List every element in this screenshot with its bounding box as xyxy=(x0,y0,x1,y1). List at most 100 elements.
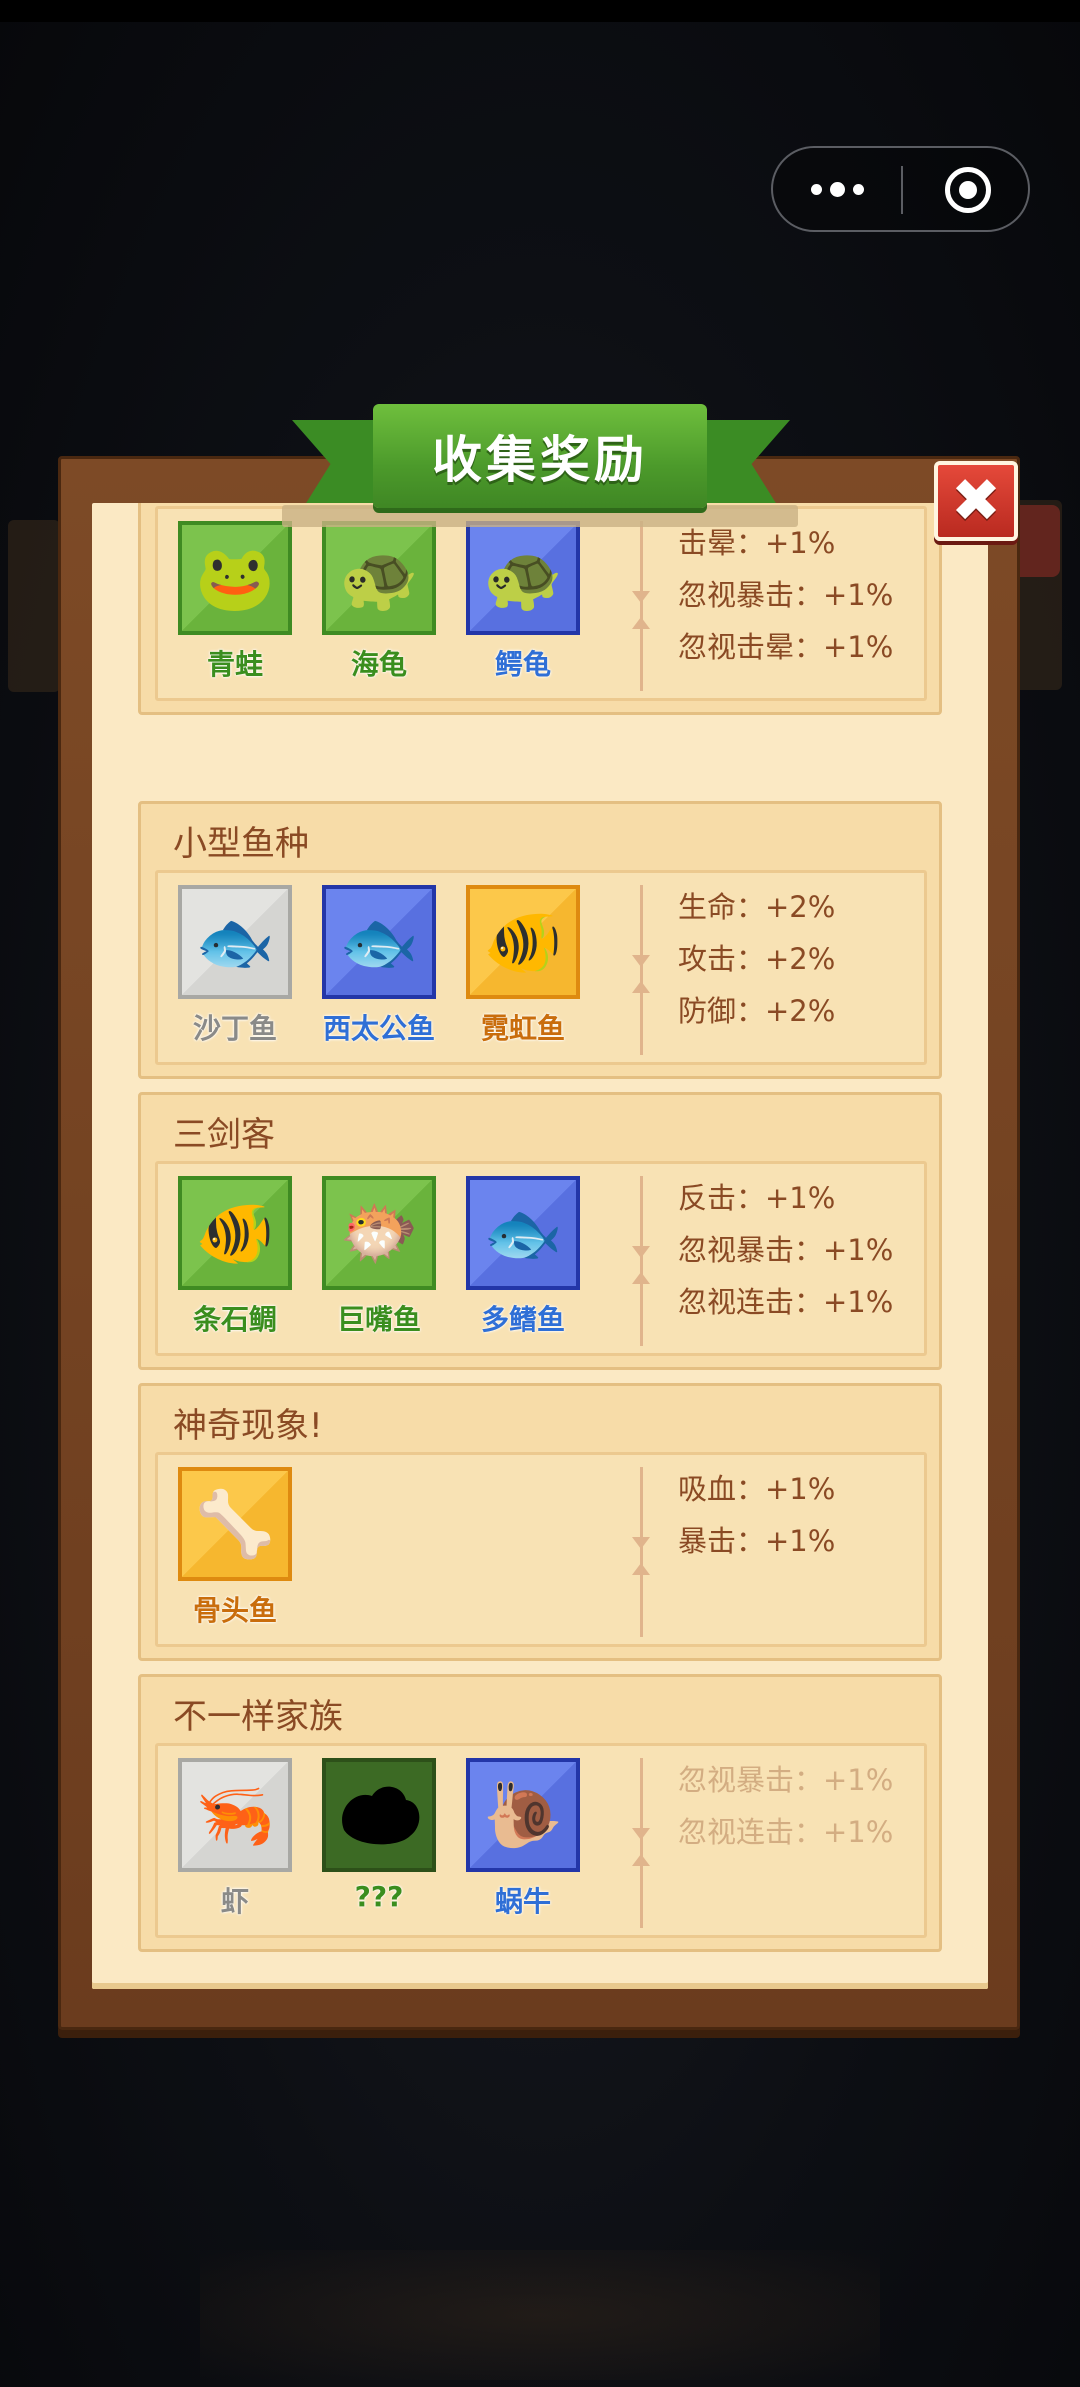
collection-item[interactable]: 🐌 蜗牛 xyxy=(464,1758,582,1920)
collection-group: 三剑客 🐠 条石鲷 🐡 巨嘴鱼 🐟 多鳍鱼 反击：+1% 忽视暴击：+1% 忽视连击：+1% xyxy=(138,1092,942,1370)
item-glyph: 🐟 xyxy=(339,905,419,980)
collection-group: 神奇现象! 🦴 骨头鱼 吸血：+1% 暴击：+1% xyxy=(138,1383,942,1661)
background-glow xyxy=(200,2250,880,2380)
collection-group: 🐸 青蛙 🐢 海龟 🐢 鳄龟 击晕：+1% 忽视暴击：+1% 忽视击晕：+1% xyxy=(138,503,942,715)
turtle-icon: 🐢 xyxy=(322,521,436,635)
bonus-stats: 生命：+2% 攻击：+2% 防御：+2% xyxy=(678,881,835,1037)
background-panel-left xyxy=(8,520,60,692)
collection-item[interactable]: 🐟 西太公鱼 xyxy=(320,885,438,1047)
group-content: 🐟 沙丁鱼 🐟 西太公鱼 🐠 霓虹鱼 生命：+2% 攻击：+2% 防御：+2% xyxy=(155,870,927,1065)
collection-group: 小型鱼种 🐟 沙丁鱼 🐟 西太公鱼 🐠 霓虹鱼 生命：+2% 攻击：+2% 防御：+2% xyxy=(138,801,942,1079)
item-glyph: 🦐 xyxy=(195,1778,275,1853)
item-name: 多鳍鱼 xyxy=(480,1303,565,1336)
bonus-stat: 忽视暴击：+1% xyxy=(678,578,894,612)
collection-item[interactable]: 🐠 条石鲷 xyxy=(176,1176,294,1338)
bonus-stats: 忽视暴击：+1% 忽视连击：+1% xyxy=(678,1754,893,1858)
ribbon-shadow xyxy=(282,505,798,527)
item-name: 虾 xyxy=(220,1885,249,1918)
item-glyph: 🐠 xyxy=(483,905,563,980)
close-icon: ✖ xyxy=(950,466,1002,536)
item-name: 骨头鱼 xyxy=(192,1594,277,1627)
item-name: 西太公鱼 xyxy=(322,1012,435,1045)
status-bar xyxy=(0,0,1080,22)
collection-item[interactable]: ??? xyxy=(320,1758,438,1913)
item-glyph: 🐠 xyxy=(195,1196,275,1271)
exit-icon[interactable] xyxy=(945,167,991,213)
item-name: 条石鲷 xyxy=(192,1303,277,1336)
collection-item[interactable]: 🐟 多鳍鱼 xyxy=(464,1176,582,1338)
item-name: 巨嘴鱼 xyxy=(336,1303,421,1336)
dialog-title-ribbon: 收集奖励 xyxy=(373,404,707,508)
item-glyph: 🐢 xyxy=(483,541,563,616)
bonus-stat: 暴击：+1% xyxy=(678,1524,836,1558)
striped-beakfish-icon: 🐠 xyxy=(178,1176,292,1290)
group-title: 神奇现象! xyxy=(173,1406,323,1446)
item-glyph: 🐟 xyxy=(195,905,275,980)
bonus-stats: 击晕：+1% 忽视暴击：+1% 忽视击晕：+1% xyxy=(678,517,893,673)
bigmouth-fish-icon: 🐡 xyxy=(322,1176,436,1290)
bonus-stat: 生命：+2% xyxy=(678,890,836,924)
item-name: 沙丁鱼 xyxy=(192,1012,277,1045)
collection-item[interactable]: 🐢 鳄龟 xyxy=(464,521,582,683)
group-title: 三剑客 xyxy=(173,1115,275,1155)
group-divider xyxy=(632,1176,650,1346)
close-button[interactable]: ✖ xyxy=(934,461,1018,541)
bonus-stats: 反击：+1% 忽视暴击：+1% 忽视连击：+1% xyxy=(678,1172,893,1328)
snail-icon: 🐌 xyxy=(466,1758,580,1872)
collection-item[interactable]: 🦴 骨头鱼 xyxy=(176,1467,294,1629)
dialog-title: 收集奖励 xyxy=(432,431,648,489)
item-glyph: 🐌 xyxy=(483,1778,563,1853)
item-glyph: 🐡 xyxy=(339,1196,419,1271)
bonus-stat: 忽视击晕：+1% xyxy=(678,630,894,664)
item-glyph: 🐢 xyxy=(339,541,419,616)
snapping-turtle-icon: 🐢 xyxy=(466,521,580,635)
collection-item[interactable]: 🐡 巨嘴鱼 xyxy=(320,1176,438,1338)
bone-fish-icon: 🦴 xyxy=(178,1467,292,1581)
item-glyph: 🐟 xyxy=(483,1196,563,1271)
bichir-icon: 🐟 xyxy=(466,1176,580,1290)
neon-fish-icon: 🐠 xyxy=(466,885,580,999)
item-name: 海龟 xyxy=(350,648,407,681)
collection-item[interactable]: 🐟 沙丁鱼 xyxy=(176,885,294,1047)
bonus-stat: 忽视暴击：+1% xyxy=(678,1233,894,1267)
item-name: 蜗牛 xyxy=(494,1885,551,1918)
group-content: 🐸 青蛙 🐢 海龟 🐢 鳄龟 击晕：+1% 忽视暴击：+1% 忽视击晕：+1% xyxy=(155,506,927,701)
mini-program-capsule xyxy=(771,146,1030,232)
group-divider xyxy=(632,521,650,691)
bonus-stats: 吸血：+1% 暴击：+1% xyxy=(678,1463,835,1567)
collection-item[interactable]: 🐢 海龟 xyxy=(320,521,438,683)
collection-group: 不一样家族 🦐 虾??? 🐌 蜗牛 忽视暴击：+1% 忽视连击：+1% xyxy=(138,1674,942,1952)
capsule-divider xyxy=(901,166,903,214)
group-content: 🦴 骨头鱼 吸血：+1% 暴击：+1% xyxy=(155,1452,927,1647)
group-content: 🦐 虾??? 🐌 蜗牛 忽视暴击：+1% 忽视连击：+1% xyxy=(155,1743,927,1938)
group-divider xyxy=(632,1467,650,1637)
group-list[interactable]: 🐸 青蛙 🐢 海龟 🐢 鳄龟 击晕：+1% 忽视暴击：+1% 忽视击晕：+1% 小型鱼种 🐟 沙丁鱼 🐟… xyxy=(92,503,988,1989)
group-content: 🐠 条石鲷 🐡 巨嘴鱼 🐟 多鳍鱼 反击：+1% 忽视暴击：+1% 忽视连击：+1% xyxy=(155,1161,927,1356)
item-glyph: 🦴 xyxy=(195,1487,275,1562)
item-name: 霓虹鱼 xyxy=(480,1012,565,1045)
frog-icon: 🐸 xyxy=(178,521,292,635)
group-divider xyxy=(632,885,650,1055)
more-icon[interactable] xyxy=(811,174,911,204)
bonus-stat: 防御：+2% xyxy=(678,994,836,1028)
group-title: 不一样家族 xyxy=(173,1697,343,1737)
collection-item[interactable]: 🐸 青蛙 xyxy=(176,521,294,683)
dialog-content: 🐸 青蛙 🐢 海龟 🐢 鳄龟 击晕：+1% 忽视暴击：+1% 忽视击晕：+1% 小型鱼种 🐟 沙丁鱼 🐟… xyxy=(92,503,988,1989)
bonus-stat: 反击：+1% xyxy=(678,1181,836,1215)
collection-item[interactable]: 🦐 虾 xyxy=(176,1758,294,1920)
sardine-icon: 🐟 xyxy=(178,885,292,999)
bonus-stat: 忽视连击：+1% xyxy=(678,1285,894,1319)
bonus-stat: 忽视暴击：+1% xyxy=(678,1763,894,1797)
item-glyph: 🐸 xyxy=(195,541,275,616)
collection-item[interactable]: 🐠 霓虹鱼 xyxy=(464,885,582,1047)
item-name: ??? xyxy=(354,1880,404,1913)
bonus-stat: 攻击：+2% xyxy=(678,942,836,976)
shrimp-icon: 🦐 xyxy=(178,1758,292,1872)
item-name: 鳄龟 xyxy=(494,648,551,681)
item-name: 青蛙 xyxy=(206,648,263,681)
bonus-stat: 吸血：+1% xyxy=(678,1472,836,1506)
item-glyph xyxy=(326,1762,432,1868)
group-title: 小型鱼种 xyxy=(173,824,309,864)
group-divider xyxy=(632,1758,650,1928)
bonus-stat: 忽视连击：+1% xyxy=(678,1815,894,1849)
